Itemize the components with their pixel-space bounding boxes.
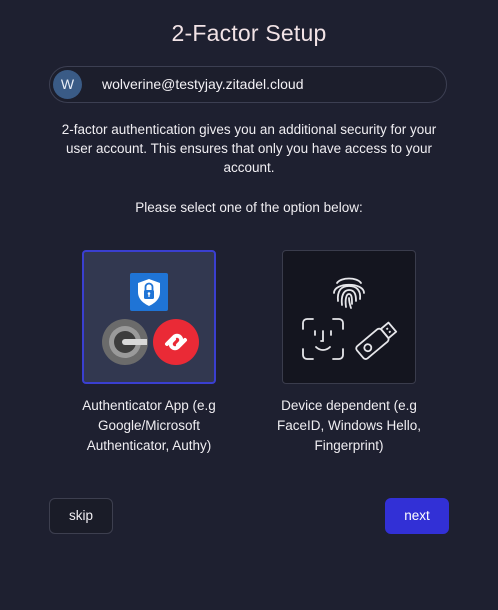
microsoft-authenticator-icon (130, 273, 168, 311)
option-authenticator-app-label: Authenticator App (e.g Google/Microsoft … (82, 398, 216, 453)
authy-icon (153, 319, 199, 365)
next-button[interactable]: next (385, 498, 449, 534)
google-authenticator-icon (102, 319, 148, 365)
select-prompt: Please select one of the option below: (135, 200, 363, 215)
description-text: 2-factor authentication gives you an add… (61, 122, 437, 175)
face-id-icon (302, 318, 344, 360)
user-account-pill: W wolverine@testyjay.zitadel.cloud (49, 66, 447, 103)
option-device-dependent-label: Device dependent (e.g FaceID, Windows He… (276, 398, 422, 453)
fingerprint-icon (333, 277, 365, 309)
skip-button[interactable]: skip (49, 498, 113, 534)
page-title: 2-Factor Setup (171, 20, 327, 46)
option-authenticator-app[interactable] (82, 250, 216, 384)
avatar: W (53, 70, 82, 99)
user-email: wolverine@testyjay.zitadel.cloud (102, 76, 304, 92)
usb-key-icon (355, 321, 398, 360)
option-device-dependent[interactable] (282, 250, 416, 384)
